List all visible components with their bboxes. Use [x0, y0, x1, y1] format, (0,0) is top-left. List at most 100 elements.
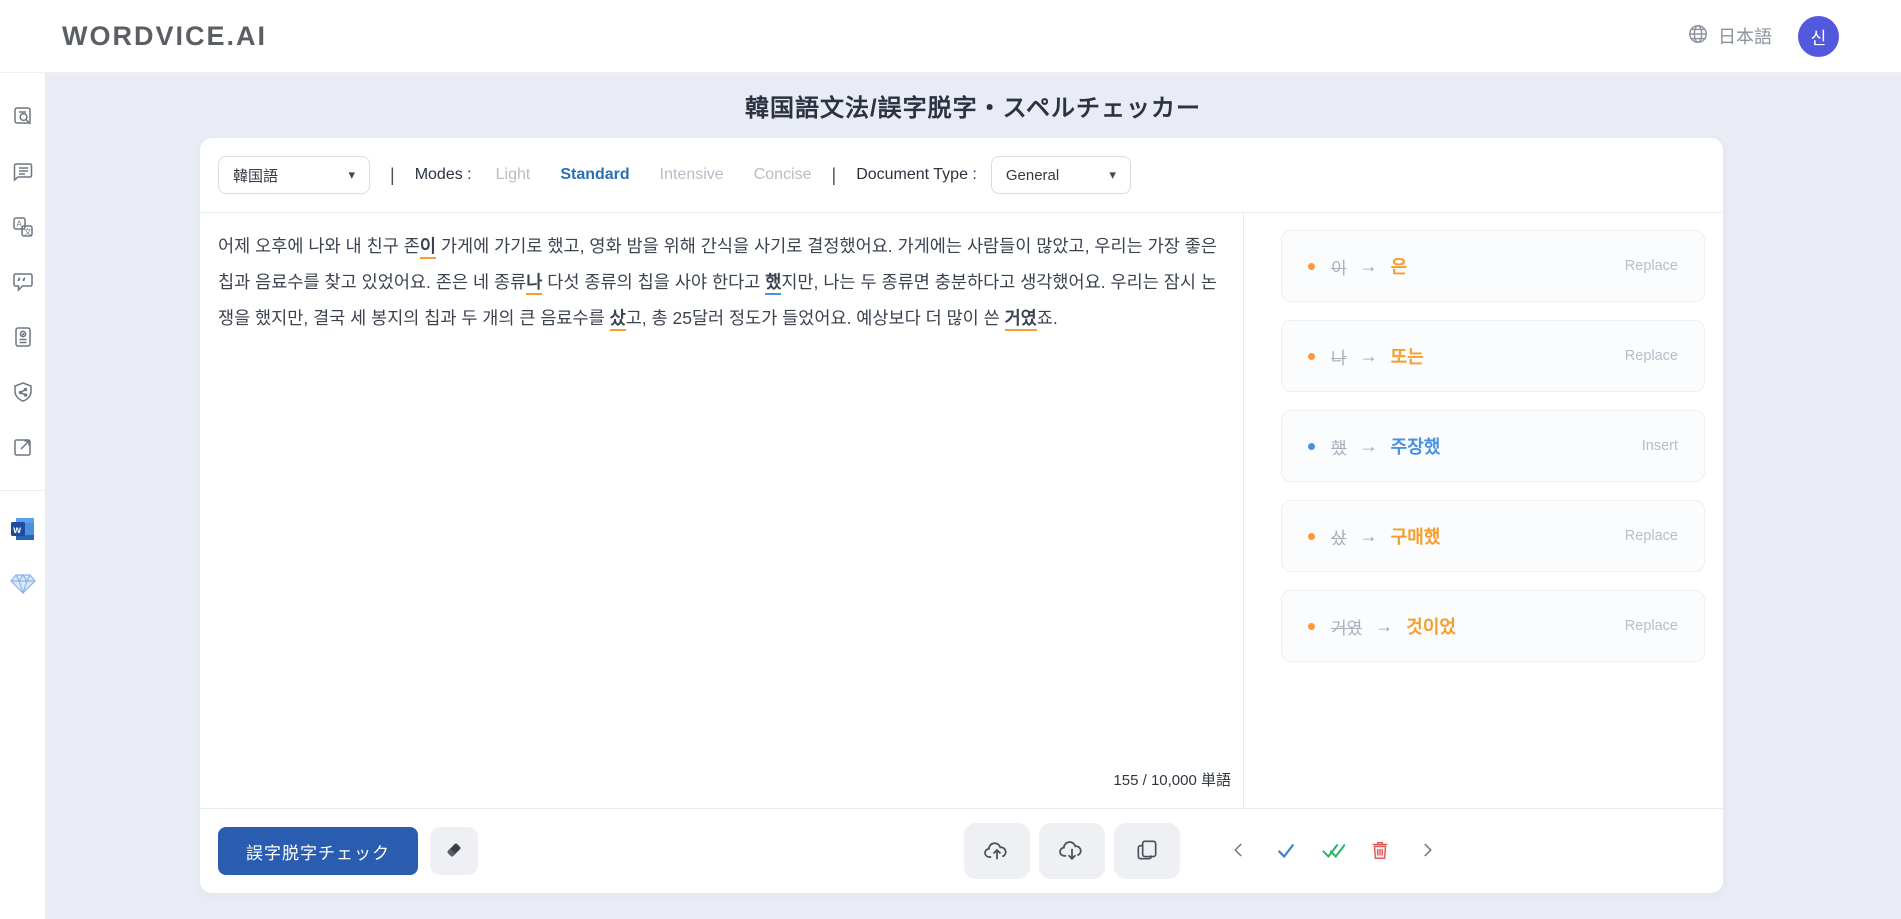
app-header: WORDVICE.AI 日本語 신 [0, 0, 1901, 73]
correction-mark[interactable]: 거였 [1005, 308, 1037, 331]
previous-suggestion-button[interactable] [1226, 838, 1252, 864]
arrow-right-icon: → [1360, 346, 1378, 367]
sidebar-item-plagiarism-check[interactable] [9, 323, 37, 351]
clear-text-button[interactable] [430, 827, 478, 875]
arrow-right-icon: → [1360, 256, 1378, 277]
main-area: 韓国語文法/誤字脱字・スペルチェッカー 韓国語 ▾ | Modes : Ligh… [45, 73, 1901, 893]
document-type-select[interactable]: General ▾ [991, 156, 1131, 194]
mode-intensive[interactable]: Intensive [660, 166, 724, 184]
suggestion-card[interactable]: 나 → 또는 Replace [1281, 320, 1705, 392]
chevron-right-icon [1418, 841, 1436, 862]
review-nav-group [1226, 838, 1440, 864]
download-button[interactable] [1039, 823, 1105, 879]
copy-button[interactable] [1114, 823, 1180, 879]
sidebar-item-ai-detector[interactable] [9, 378, 37, 406]
chevron-left-icon [1230, 841, 1248, 862]
checker-card: 韓国語 ▾ | Modes : Light Standard Intensive Co… [200, 138, 1723, 893]
next-suggestion-button[interactable] [1414, 838, 1440, 864]
tools-sidebar: A 文 [0, 73, 45, 919]
suggestion-card[interactable]: 샀 → 구매했 Replace [1281, 500, 1705, 572]
suggestion-replacement: 구매했 [1391, 523, 1441, 549]
content-row: 어제 오후에 나와 내 친구 존이 가게에 가기로 했고, 영화 밤을 위해 간… [200, 213, 1723, 808]
suggestion-original: 이 [1331, 254, 1347, 279]
check-icon [1275, 839, 1297, 864]
editor-text-segment: 어제 오후에 나와 내 친구 존 [218, 236, 420, 256]
suggestion-replacement: 주장했 [1391, 433, 1441, 459]
suggestion-action-label[interactable]: Insert [1642, 438, 1678, 454]
sidebar-item-summary[interactable] [9, 158, 37, 186]
mode-light[interactable]: Light [496, 166, 531, 184]
wordvice-logo[interactable]: WORDVICE.AI [62, 21, 267, 52]
language-select-value: 韓国語 [233, 165, 278, 186]
suggestion-action-label[interactable]: Replace [1625, 528, 1678, 544]
arrow-right-icon: → [1360, 526, 1378, 547]
svg-text:文: 文 [24, 227, 32, 237]
toolbar-separator: | [832, 165, 837, 186]
document-search-icon [11, 105, 35, 129]
external-link-icon [11, 435, 35, 459]
suggestion-card[interactable]: 했 → 주장했 Insert [1281, 410, 1705, 482]
editor-text[interactable]: 어제 오후에 나와 내 친구 존이 가게에 가기로 했고, 영화 밤을 위해 간… [218, 228, 1217, 336]
modes-label: Modes : [415, 166, 472, 184]
trash-icon [1369, 839, 1391, 864]
correction-mark[interactable]: 나 [526, 272, 542, 295]
page-title: 韓国語文法/誤字脱字・スペルチェッカー [45, 88, 1901, 123]
double-check-icon [1321, 839, 1345, 864]
document-type-label: Document Type : [856, 166, 977, 184]
delete-suggestion-button[interactable] [1367, 838, 1393, 864]
correction-mark[interactable]: 샀 [610, 308, 626, 331]
correction-mark[interactable]: 이 [420, 236, 436, 259]
ui-language-label: 日本語 [1718, 23, 1772, 49]
ui-language-switcher[interactable]: 日本語 [1687, 23, 1772, 50]
sidebar-item-proofreading[interactable] [9, 103, 37, 131]
suggestion-action-label[interactable]: Replace [1625, 618, 1678, 634]
document-type-select-value: General [1006, 167, 1059, 184]
cloud-upload-icon [983, 836, 1011, 867]
eraser-icon [443, 839, 465, 864]
accept-suggestion-button[interactable] [1273, 838, 1299, 864]
sidebar-item-premium[interactable] [9, 570, 37, 598]
mode-standard[interactable]: Standard [560, 166, 629, 184]
translate-icon: A 文 [11, 215, 35, 239]
user-avatar[interactable]: 신 [1798, 16, 1839, 57]
avatar-initial: 신 [1811, 24, 1827, 49]
spell-check-button[interactable]: 誤字脱字チェック [218, 827, 418, 875]
suggestion-bullet [1308, 443, 1315, 450]
upload-button[interactable] [964, 823, 1030, 879]
accept-all-suggestions-button[interactable] [1320, 838, 1346, 864]
suggestion-bullet [1308, 353, 1315, 360]
diamond-icon [9, 572, 37, 596]
suggestion-action-label[interactable]: Replace [1625, 258, 1678, 274]
actions-footer: 誤字脱字チェック [200, 808, 1723, 893]
suggestion-original: 샀 [1331, 524, 1347, 549]
suggestion-action-label[interactable]: Replace [1625, 348, 1678, 364]
sidebar-item-translate[interactable]: A 文 [9, 213, 37, 241]
suggestion-card[interactable]: 이 → 은 Replace [1281, 230, 1705, 302]
language-select[interactable]: 韓国語 ▾ [218, 156, 370, 194]
editor-text-segment: 죠. [1037, 308, 1058, 328]
suggestion-bullet [1308, 623, 1315, 630]
arrow-right-icon: → [1360, 436, 1378, 457]
editor-text-segment: 고, 총 25달러 정도가 들었어요. 예상보다 더 많이 쓴 [626, 308, 1005, 328]
globe-icon [1687, 23, 1709, 50]
chevron-down-icon: ▾ [336, 167, 355, 183]
ms-word-icon: w [10, 516, 36, 542]
sidebar-item-external[interactable] [9, 433, 37, 461]
correction-mark[interactable]: 했 [765, 272, 781, 295]
sidebar-item-paraphrasing[interactable] [9, 268, 37, 296]
sidebar-item-word-addin[interactable]: w [9, 515, 37, 543]
suggestion-original: 했 [1331, 434, 1347, 459]
suggestion-card[interactable]: 거였 → 것이었 Replace [1281, 590, 1705, 662]
cloud-download-icon [1058, 836, 1086, 867]
toolbar-separator: | [390, 165, 395, 186]
mode-concise[interactable]: Concise [754, 166, 812, 184]
editor-text-segment: 다섯 종류의 칩을 사야 한다고 [542, 272, 765, 292]
suggestion-original: 거였 [1331, 614, 1362, 639]
suggestion-replacement: 것이었 [1406, 613, 1456, 639]
document-check-icon [11, 325, 35, 349]
copy-icon [1134, 837, 1160, 866]
notes-icon [11, 160, 35, 184]
suggestion-bullet [1308, 263, 1315, 270]
suggestion-bullet [1308, 533, 1315, 540]
editor-panel[interactable]: 어제 오후에 나와 내 친구 존이 가게에 가기로 했고, 영화 밤을 위해 간… [200, 213, 1244, 808]
